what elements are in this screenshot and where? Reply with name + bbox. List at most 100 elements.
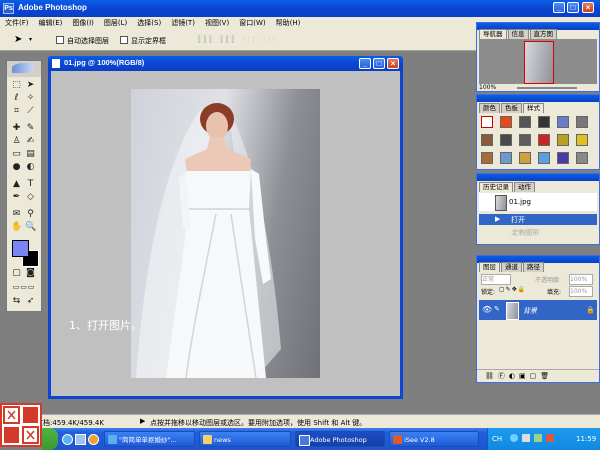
taskbar-item-isee[interactable]: iSee V2.8 (389, 431, 479, 447)
clone-stamp-icon[interactable]: ♙ (11, 136, 22, 147)
app-tray-icon[interactable] (546, 434, 554, 442)
style-swatch[interactable] (500, 116, 512, 128)
tab-swatches[interactable]: 色板 (501, 103, 522, 113)
lasso-tool-icon[interactable]: ℓ (11, 93, 22, 104)
screen-mode-icon[interactable]: ▭▭▭ (9, 282, 39, 293)
taskbar-item-browser[interactable]: "简简单单抠婚纱"... (104, 431, 195, 447)
brush-tool-icon[interactable]: ✎ (25, 123, 36, 134)
tab-history[interactable]: 历史记录 (479, 182, 513, 192)
history-snapshot[interactable]: 01.jpg (479, 193, 597, 211)
style-swatch[interactable] (576, 116, 588, 128)
style-swatch[interactable] (500, 152, 512, 164)
language-indicator[interactable]: CH (492, 435, 502, 443)
clock[interactable]: 11:59 (576, 435, 596, 443)
gradient-tool-icon[interactable]: ▤ (25, 149, 36, 160)
style-swatch[interactable] (576, 134, 588, 146)
history-item-custom-shape[interactable]: 定制图形 (479, 227, 597, 238)
dodge-tool-icon[interactable]: ◐ (25, 162, 36, 173)
path-selection-icon[interactable]: ▲ (11, 179, 22, 190)
menu-filter[interactable]: 滤镜(T) (166, 17, 200, 30)
zoom-tool-icon[interactable]: 🔍 (25, 222, 36, 233)
style-swatch[interactable] (538, 152, 550, 164)
crop-tool-icon[interactable]: ⌗ (11, 106, 22, 117)
notes-tool-icon[interactable]: ✉ (11, 209, 22, 220)
media-quicklaunch-icon[interactable] (88, 434, 99, 445)
status-arrow-icon[interactable]: ▶ (140, 417, 145, 425)
quickmask-on-icon[interactable]: ◙ (25, 268, 36, 279)
document-canvas-area[interactable]: 1、打开图片。 (51, 71, 400, 396)
foreground-color-swatch[interactable] (12, 240, 29, 257)
style-swatch[interactable] (481, 152, 493, 164)
blend-mode-select[interactable]: 正常 (481, 274, 511, 285)
style-swatch[interactable] (557, 134, 569, 146)
fill-input[interactable]: 100% (569, 286, 593, 297)
close-button[interactable]: × (582, 2, 594, 13)
jump-icon[interactable]: ➶ (25, 296, 36, 307)
pen-tool-icon[interactable]: ✒ (11, 192, 22, 203)
tab-layers[interactable]: 图层 (479, 262, 500, 272)
tab-info[interactable]: 信息 (507, 29, 529, 39)
style-swatch[interactable] (557, 152, 569, 164)
tab-navigator[interactable]: 导航器 (479, 29, 507, 39)
marquee-tool-icon[interactable]: ⬚ (11, 80, 22, 91)
navigator-zoom[interactable]: 100% (479, 84, 496, 91)
style-swatch[interactable] (519, 134, 531, 146)
tab-styles[interactable]: 样式 (523, 103, 544, 113)
imageready-icon[interactable]: ⇆ (11, 296, 22, 307)
style-swatch[interactable] (500, 134, 512, 146)
menu-window[interactable]: 窗口(W) (234, 17, 270, 30)
style-swatch[interactable] (481, 134, 493, 146)
style-swatch[interactable] (538, 116, 550, 128)
style-swatch[interactable] (557, 116, 569, 128)
eyedropper-tool-icon[interactable]: ⚲ (25, 209, 36, 220)
tool-preset-dropdown[interactable]: ▾ (29, 36, 32, 43)
shape-tool-icon[interactable]: ◇ (25, 192, 36, 203)
tab-color[interactable]: 颜色 (479, 103, 500, 113)
move-tool-icon[interactable]: ➤ (25, 80, 36, 91)
layer-row-background[interactable]: 👁 ✎ 背景 🔒 (479, 300, 597, 320)
hand-tool-icon[interactable]: ✋ (11, 222, 22, 233)
eraser-tool-icon[interactable]: ▭ (11, 149, 22, 160)
opacity-input[interactable]: 100% (569, 274, 593, 285)
menu-layer[interactable]: 图层(L) (99, 17, 132, 30)
tab-histogram[interactable]: 直方图 (529, 29, 557, 39)
doc-maximize-button[interactable]: □ (373, 58, 385, 69)
type-tool-icon[interactable]: T (25, 179, 36, 190)
doc-size[interactable]: 文档:459.4K/459.4K (36, 418, 104, 428)
move-tool-icon[interactable]: ➤ (14, 34, 22, 45)
lock-icons[interactable]: ▢✎✥🔒 (499, 286, 526, 293)
style-swatch[interactable] (519, 116, 531, 128)
help-tray-icon[interactable] (510, 434, 518, 442)
minimize-button[interactable]: _ (553, 2, 565, 13)
start-button[interactable] (42, 428, 58, 450)
show-bounds-checkbox[interactable] (120, 36, 128, 44)
menu-view[interactable]: 视图(V) (200, 17, 234, 30)
ie-quicklaunch-icon[interactable] (62, 434, 73, 445)
volume-tray-icon[interactable] (522, 434, 530, 442)
quickmask-off-icon[interactable]: ▢ (11, 268, 22, 279)
zoom-slider[interactable] (517, 87, 577, 89)
blur-tool-icon[interactable]: ● (11, 162, 22, 173)
desktop-quicklaunch-icon[interactable] (75, 434, 86, 445)
align-buttons[interactable]: ⫿⫿⫿ ⫿⫿⫿ ⫶⫶⫶ ⫶⫶⫶ (198, 35, 278, 45)
tab-paths[interactable]: 路径 (523, 262, 544, 272)
maximize-button[interactable]: □ (567, 2, 579, 13)
menu-edit[interactable]: 编辑(E) (34, 17, 68, 30)
menu-select[interactable]: 选择(S) (132, 17, 166, 30)
menu-image[interactable]: 图像(I) (67, 17, 99, 30)
healing-brush-icon[interactable]: ✚ (11, 123, 22, 134)
magic-wand-tool-icon[interactable]: ✧ (25, 93, 36, 104)
taskbar-item-news[interactable]: news (199, 431, 291, 447)
history-item-open[interactable]: ▶ 打开 (479, 214, 597, 225)
slice-tool-icon[interactable]: ⟋ (25, 106, 36, 117)
style-swatch[interactable] (576, 152, 588, 164)
tab-actions[interactable]: 动作 (514, 182, 535, 192)
doc-minimize-button[interactable]: _ (359, 58, 371, 69)
layer-buttons[interactable]: ⛓Ⓕ◐▣▢🗑 (485, 371, 553, 381)
style-swatch[interactable] (519, 152, 531, 164)
style-none[interactable] (481, 116, 493, 128)
style-swatch[interactable] (538, 134, 550, 146)
tab-channels[interactable]: 通道 (501, 262, 522, 272)
menu-file[interactable]: 文件(F) (0, 17, 34, 30)
auto-select-checkbox[interactable] (56, 36, 64, 44)
